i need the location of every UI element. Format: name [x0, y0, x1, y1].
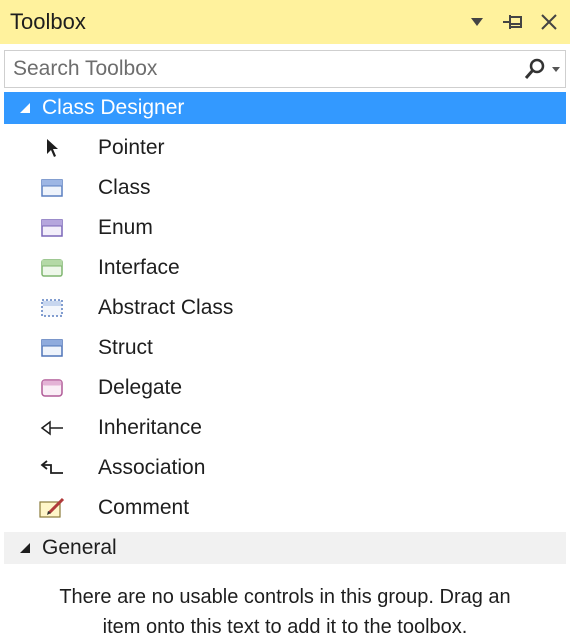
- struct-icon: [38, 336, 66, 360]
- comment-icon: [38, 496, 66, 520]
- collapse-triangle-icon: [20, 103, 30, 113]
- item-label: Comment: [98, 496, 190, 519]
- item-label: Class: [98, 176, 151, 199]
- item-label: Association: [98, 456, 206, 479]
- toolbox-item-inheritance[interactable]: Inheritance: [0, 408, 570, 448]
- pin-icon: [503, 15, 522, 29]
- item-label: Pointer: [98, 136, 165, 159]
- toolbox-item-enum[interactable]: Enum: [0, 208, 570, 248]
- collapse-triangle-icon: [20, 543, 30, 553]
- interface-icon: [38, 256, 66, 280]
- empty-message-line-1: There are no usable controls in this gro…: [59, 586, 511, 608]
- toolbox-item-delegate[interactable]: Delegate: [0, 368, 570, 408]
- item-label: Enum: [98, 216, 153, 239]
- group-label: General: [42, 536, 117, 559]
- group-header-class-designer[interactable]: Class Designer: [4, 92, 566, 124]
- search-options-dropdown-icon[interactable]: [551, 65, 561, 73]
- toolbox-item-interface[interactable]: Interface: [0, 248, 570, 288]
- pin-button[interactable]: [502, 11, 524, 33]
- item-label: Inheritance: [98, 416, 202, 439]
- window-position-dropdown-button[interactable]: [466, 11, 488, 33]
- abstract-class-icon: [38, 296, 66, 320]
- class-designer-items: Pointer Class Enum Interface Abstract Cl…: [0, 128, 570, 528]
- window-title: Toolbox: [10, 9, 86, 34]
- item-label: Struct: [98, 336, 153, 359]
- search-toolbox-input[interactable]: Search Toolbox: [4, 50, 566, 88]
- title-controls: [466, 11, 560, 33]
- inheritance-icon: [38, 416, 66, 440]
- toolbox-item-struct[interactable]: Struct: [0, 328, 570, 368]
- search-placeholder: Search Toolbox: [13, 57, 158, 80]
- search-icon[interactable]: [523, 57, 547, 81]
- delegate-icon: [38, 376, 66, 400]
- dropdown-triangle-icon: [471, 18, 483, 26]
- association-icon: [38, 456, 66, 480]
- group-label: Class Designer: [42, 96, 185, 119]
- empty-group-message: There are no usable controls in this gro…: [0, 582, 570, 642]
- toolbox-item-pointer[interactable]: Pointer: [0, 128, 570, 168]
- close-icon: [541, 14, 557, 30]
- toolbox-item-comment[interactable]: Comment: [0, 488, 570, 528]
- title-bar: Toolbox: [0, 0, 570, 44]
- class-icon: [38, 176, 66, 200]
- toolbox-item-abstract-class[interactable]: Abstract Class: [0, 288, 570, 328]
- item-label: Abstract Class: [98, 296, 234, 319]
- empty-message-line-2: item onto this text to add it to the too…: [102, 616, 468, 638]
- group-header-general[interactable]: General: [4, 532, 566, 564]
- item-label: Interface: [98, 256, 180, 279]
- item-label: Delegate: [98, 376, 183, 399]
- toolbox-item-association[interactable]: Association: [0, 448, 570, 488]
- close-button[interactable]: [538, 11, 560, 33]
- enum-icon: [38, 216, 66, 240]
- toolbox-item-class[interactable]: Class: [0, 168, 570, 208]
- pointer-icon: [38, 136, 66, 160]
- toolbox-window: Toolbox Search Toolbox Class Designer Po…: [0, 0, 570, 640]
